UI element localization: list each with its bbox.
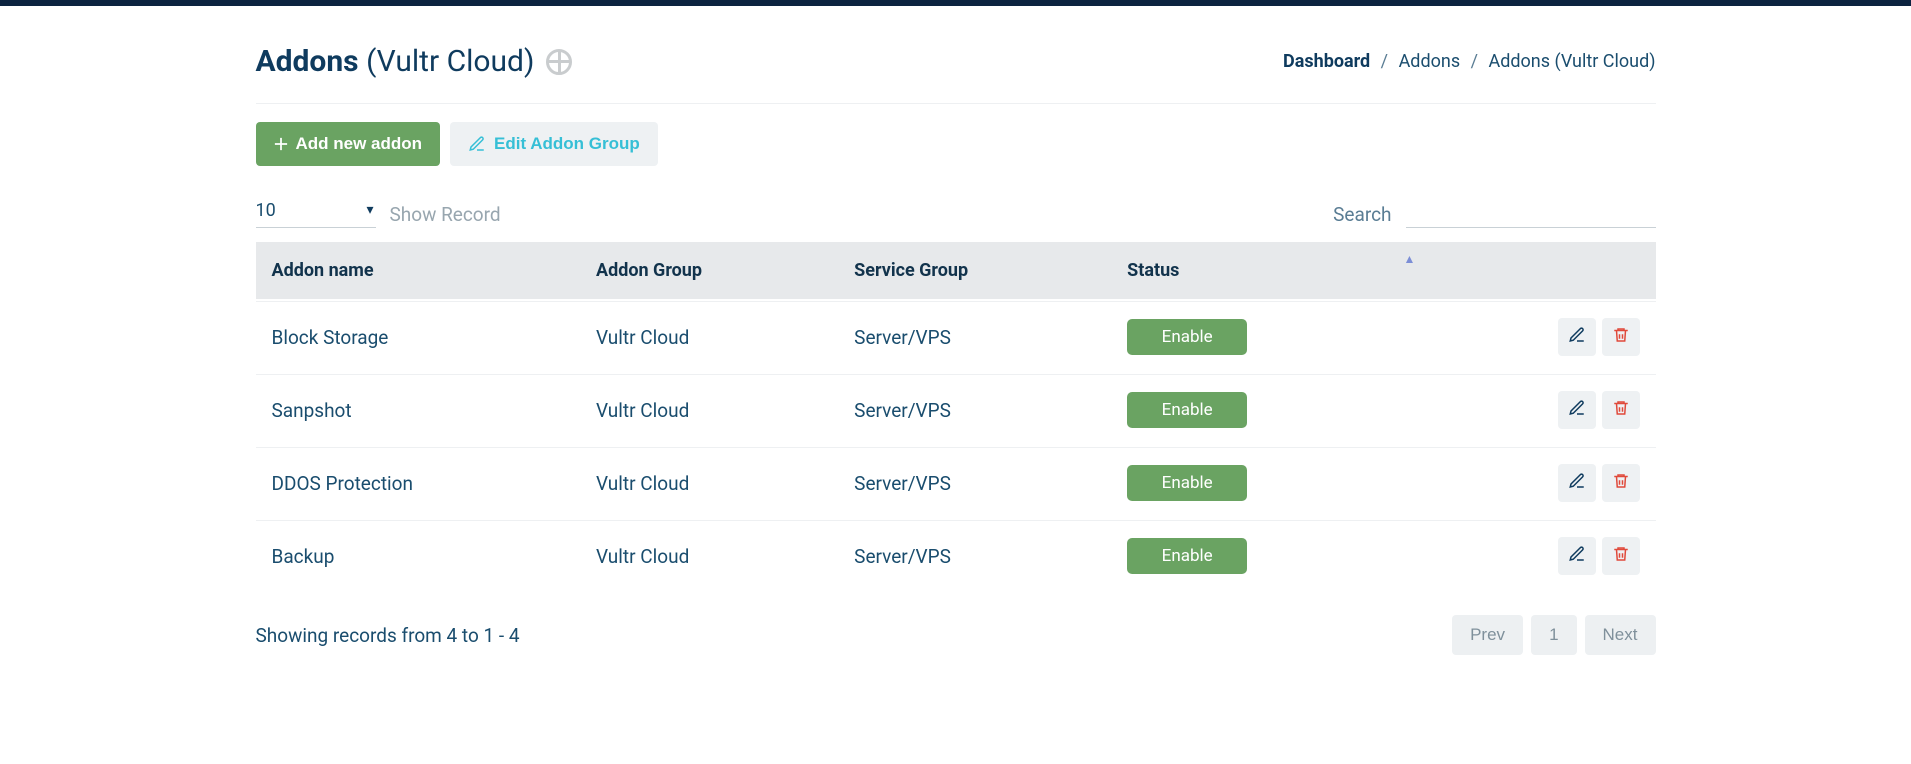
delete-row-button[interactable] xyxy=(1602,464,1640,502)
delete-row-button[interactable] xyxy=(1602,391,1640,429)
cell-addon-name: Backup xyxy=(256,520,580,591)
next-button[interactable]: Next xyxy=(1585,615,1656,655)
edit-icon xyxy=(1568,472,1586,495)
prev-button[interactable]: Prev xyxy=(1452,615,1523,655)
edit-row-button[interactable] xyxy=(1558,391,1596,429)
col-status[interactable]: Status xyxy=(1111,242,1395,299)
edit-icon xyxy=(1568,326,1586,349)
breadcrumb: Dashboard / Addons / Addons (Vultr Cloud… xyxy=(1283,51,1655,72)
cell-addon-group: Vultr Cloud xyxy=(580,374,838,445)
delete-row-button[interactable] xyxy=(1602,537,1640,575)
status-badge[interactable]: Enable xyxy=(1127,538,1247,574)
page-size-value: 10 xyxy=(256,200,276,221)
addons-table: Addon name Addon Group Service Group Sta… xyxy=(256,240,1656,593)
edit-icon xyxy=(1568,399,1586,422)
search-label: Search xyxy=(1333,203,1391,228)
table-row: BackupVultr CloudServer/VPS Enable xyxy=(256,520,1656,591)
col-addon-name[interactable]: Addon name xyxy=(256,242,580,299)
cell-service-group: Server/VPS xyxy=(838,447,1111,518)
status-badge[interactable]: Enable xyxy=(1127,319,1247,355)
pagination: Prev 1 Next xyxy=(1452,615,1655,655)
edit-addon-group-button[interactable]: Edit Addon Group xyxy=(450,122,658,166)
table-row: Block StorageVultr CloudServer/VPS Enable xyxy=(256,301,1656,372)
search-input[interactable] xyxy=(1406,197,1656,228)
trash-icon xyxy=(1612,399,1630,422)
page-size-select[interactable]: 10 ▾ xyxy=(256,194,376,228)
sort-asc-icon: ▲ xyxy=(1404,252,1416,266)
edit-row-button[interactable] xyxy=(1558,537,1596,575)
edit-addon-group-label: Edit Addon Group xyxy=(494,134,640,154)
chevron-down-icon: ▾ xyxy=(366,202,373,218)
edit-icon xyxy=(468,135,486,153)
status-badge[interactable]: Enable xyxy=(1127,392,1247,428)
trash-icon xyxy=(1612,472,1630,495)
cell-addon-name: Block Storage xyxy=(256,301,580,372)
breadcrumb-sep: / xyxy=(1381,51,1388,72)
cell-addon-group: Vultr Cloud xyxy=(580,520,838,591)
edit-row-button[interactable] xyxy=(1558,318,1596,356)
show-record-label: Show Record xyxy=(390,203,501,228)
add-new-addon-button[interactable]: Add new addon xyxy=(256,122,441,166)
cell-service-group: Server/VPS xyxy=(838,520,1111,591)
page-title-bold: Addons xyxy=(256,44,359,79)
col-service-group[interactable]: Service Group xyxy=(838,242,1111,299)
add-new-addon-label: Add new addon xyxy=(296,134,423,154)
cell-addon-group: Vultr Cloud xyxy=(580,301,838,372)
cell-service-group: Server/VPS xyxy=(838,301,1111,372)
table-row: SanpshotVultr CloudServer/VPS Enable xyxy=(256,374,1656,445)
cell-addon-group: Vultr Cloud xyxy=(580,447,838,518)
divider xyxy=(256,103,1656,104)
page-title: Addons (Vultr Cloud) xyxy=(256,44,573,79)
page-number[interactable]: 1 xyxy=(1531,615,1576,655)
breadcrumb-dashboard[interactable]: Dashboard xyxy=(1283,51,1370,72)
page-title-rest: (Vultr Cloud) xyxy=(366,44,534,79)
plus-icon xyxy=(274,137,288,151)
help-icon[interactable] xyxy=(546,49,572,75)
status-badge[interactable]: Enable xyxy=(1127,465,1247,501)
cell-service-group: Server/VPS xyxy=(838,374,1111,445)
delete-row-button[interactable] xyxy=(1602,318,1640,356)
col-addon-group[interactable]: Addon Group xyxy=(580,242,838,299)
trash-icon xyxy=(1612,326,1630,349)
breadcrumb-current: Addons (Vultr Cloud) xyxy=(1488,51,1655,72)
cell-addon-name: DDOS Protection xyxy=(256,447,580,518)
showing-records-text: Showing records from 4 to 1 - 4 xyxy=(256,624,520,647)
col-actions[interactable]: ▲ xyxy=(1396,242,1656,299)
table-row: DDOS ProtectionVultr CloudServer/VPS Enab… xyxy=(256,447,1656,518)
cell-addon-name: Sanpshot xyxy=(256,374,580,445)
breadcrumb-sep: / xyxy=(1471,51,1478,72)
edit-row-button[interactable] xyxy=(1558,464,1596,502)
edit-icon xyxy=(1568,545,1586,568)
trash-icon xyxy=(1612,545,1630,568)
breadcrumb-addons[interactable]: Addons xyxy=(1399,51,1461,72)
